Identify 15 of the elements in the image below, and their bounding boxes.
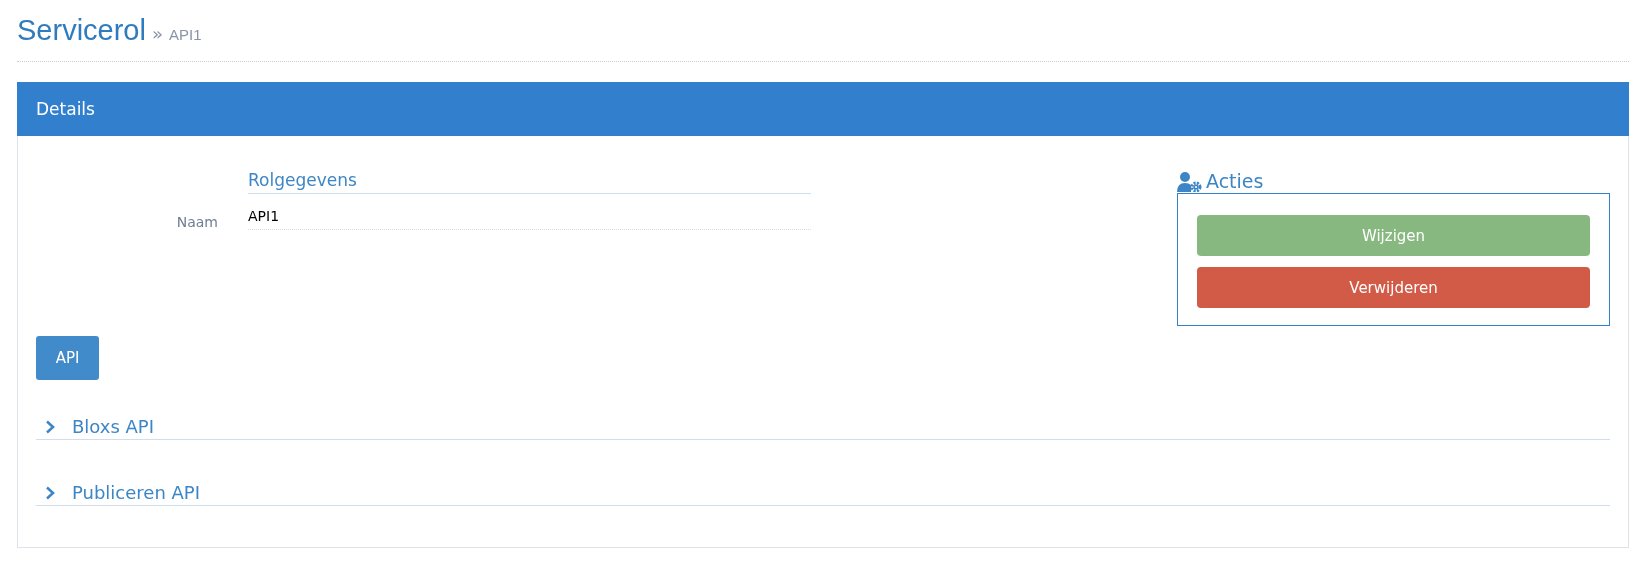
breadcrumb: API1	[168, 26, 202, 43]
delete-button[interactable]: Verwijderen	[1197, 267, 1590, 308]
page-title: Servicerol	[17, 14, 146, 47]
section-title: Bloxs API	[72, 416, 155, 437]
panel-title: Details	[36, 99, 95, 119]
api-button[interactable]: API	[36, 336, 99, 380]
section-title: Rolgegevens	[248, 170, 811, 194]
section-title: Publiceren API	[72, 482, 201, 503]
collapsible-header[interactable]: Publiceren API	[36, 482, 1610, 506]
breadcrumb-separator: »	[151, 23, 163, 44]
field-label: Naam	[175, 214, 219, 230]
collapsible-header[interactable]: Bloxs API	[36, 416, 1610, 440]
edit-button[interactable]: Wijzigen	[1197, 215, 1590, 256]
field-value: API1	[248, 208, 811, 230]
actions-title: Acties	[1206, 170, 1264, 192]
